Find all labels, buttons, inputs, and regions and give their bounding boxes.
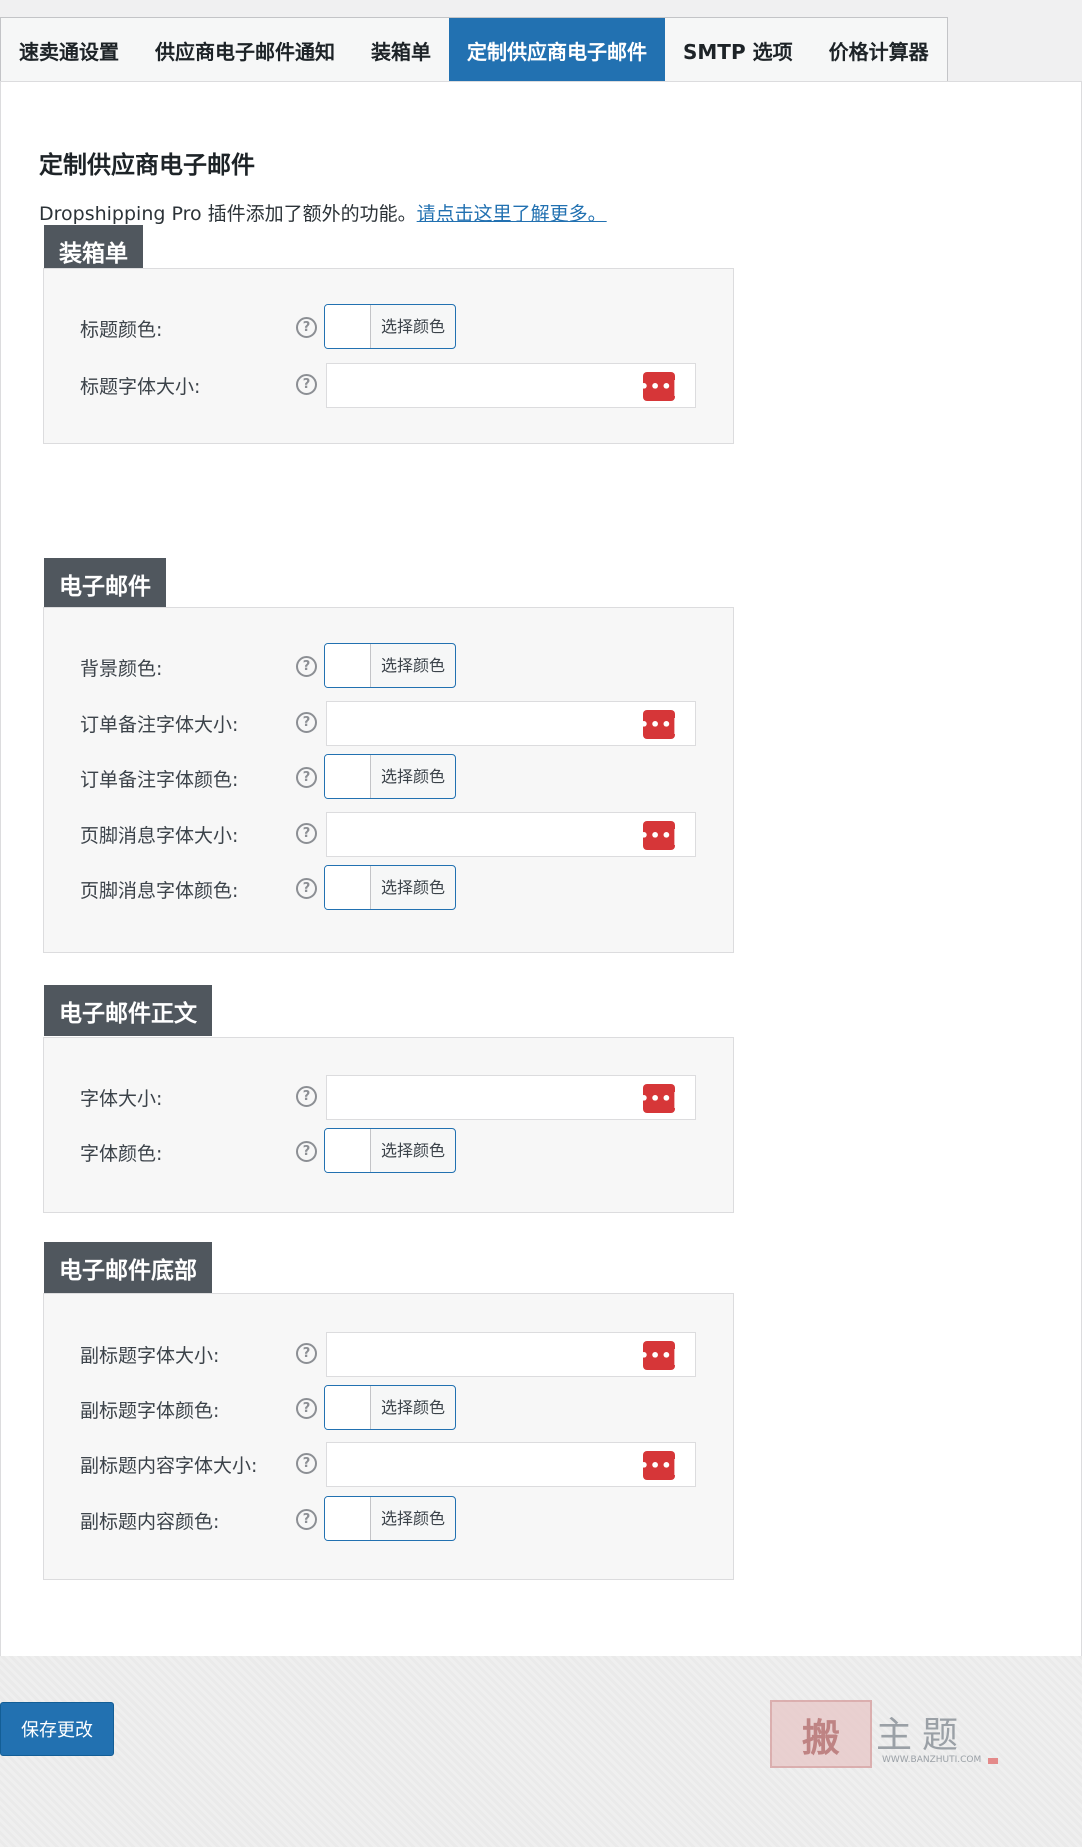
field-label: 字体颜色: [80,1143,163,1165]
row-title-font-size: 标题字体大小: ? •••| [44,360,733,408]
section-email-footer: 副标题字体大小: ? •••| 副标题字体颜色: ? 选择颜色 副标题内容字体大… [43,1293,734,1580]
choose-color-label: 选择颜色 [380,766,445,786]
field-label: 副标题字体大小: [80,1345,220,1367]
field-label: 标题字体大小: [80,376,201,398]
help-icon[interactable]: ? [296,374,317,395]
choose-color-button[interactable]: 选择颜色 [324,304,456,349]
section-header-email-body: 电子邮件正文 [44,985,212,1036]
tab-smtp-options[interactable]: SMTP 选项 [665,18,811,82]
choose-color-label: 选择颜色 [380,655,445,675]
row-title-color: 标题颜色: ? 选择颜色 [44,303,733,351]
watermark-logo: 搬 主题 WWW.BANZHUTI.COM [770,1700,1000,1770]
font-size-input[interactable]: •••| [326,701,696,746]
help-icon[interactable]: ? [296,823,317,844]
font-size-input[interactable]: •••| [326,1075,696,1120]
row-body-font-size: 字体大小: ? •••| [44,1072,733,1120]
help-icon[interactable]: ? [296,1141,317,1162]
tab-packing-slip[interactable]: 装箱单 [353,18,449,82]
password-manager-icon[interactable]: •••| [639,1451,678,1480]
color-swatch [325,1386,371,1429]
choose-color-button[interactable]: 选择颜色 [324,1128,456,1173]
row-footer-message-font-color: 页脚消息字体颜色: ? 选择颜色 [44,864,733,912]
row-footer-message-font-size: 页脚消息字体大小: ? •••| [44,809,733,857]
font-size-input[interactable]: •••| [326,1442,696,1487]
color-swatch [325,644,371,687]
watermark-stamp: 搬 [770,1700,872,1768]
color-swatch [325,305,371,348]
learn-more-link[interactable]: 请点击这里了解更多。 [417,203,607,225]
watermark-red-mark [988,1758,998,1764]
choose-color-label: 选择颜色 [380,316,445,336]
choose-color-button[interactable]: 选择颜色 [324,754,456,799]
color-swatch [325,866,371,909]
tab-aliexpress-settings[interactable]: 速卖通设置 [1,18,137,82]
field-label: 副标题内容颜色: [80,1511,220,1533]
help-icon[interactable]: ? [296,1343,317,1364]
font-size-input[interactable]: •••| [326,363,696,408]
field-label: 字体大小: [80,1088,163,1110]
field-label: 页脚消息字体大小: [80,825,239,847]
help-icon[interactable]: ? [296,317,317,338]
section-packing-slip: 标题颜色: ? 选择颜色 标题字体大小: ? •••| [43,268,734,444]
save-changes-button[interactable]: 保存更改 [0,1702,114,1756]
help-icon[interactable]: ? [296,1509,317,1530]
intro-text: Dropshipping Pro 插件添加了额外的功能。请点击这里了解更多。 [39,199,607,226]
password-manager-icon[interactable]: •••| [639,1084,678,1113]
field-label: 订单备注字体大小: [80,714,239,736]
color-swatch [325,755,371,798]
field-label: 订单备注字体颜色: [80,769,239,791]
choose-color-button[interactable]: 选择颜色 [324,865,456,910]
help-icon[interactable]: ? [296,1086,317,1107]
row-order-note-font-size: 订单备注字体大小: ? •••| [44,698,733,746]
row-order-note-font-color: 订单备注字体颜色: ? 选择颜色 [44,753,733,801]
page-title: 定制供应商电子邮件 [39,151,255,179]
help-icon[interactable]: ? [296,878,317,899]
help-icon[interactable]: ? [296,1398,317,1419]
choose-color-label: 选择颜色 [380,1508,445,1528]
choose-color-label: 选择颜色 [380,1140,445,1160]
help-icon[interactable]: ? [296,656,317,677]
font-size-input[interactable]: •••| [326,1332,696,1377]
choose-color-button[interactable]: 选择颜色 [324,643,456,688]
section-header-email-footer: 电子邮件底部 [44,1242,212,1293]
watermark-text: 主题 [876,1715,969,1756]
tab-supplier-email-notification[interactable]: 供应商电子邮件通知 [137,18,353,82]
tab-price-calculator[interactable]: 价格计算器 [811,18,947,82]
field-label: 副标题字体颜色: [80,1400,220,1422]
row-subtitle-content-color: 副标题内容颜色: ? 选择颜色 [44,1495,733,1543]
color-swatch [325,1497,371,1540]
field-label: 背景颜色: [80,658,163,680]
choose-color-label: 选择颜色 [380,1397,445,1417]
watermark-url: WWW.BANZHUTI.COM [882,1755,982,1765]
help-icon[interactable]: ? [296,767,317,788]
password-manager-icon[interactable]: •••| [639,821,678,850]
choose-color-button[interactable]: 选择颜色 [324,1496,456,1541]
row-subtitle-content-font-size: 副标题内容字体大小: ? •••| [44,1439,733,1487]
color-swatch [325,1129,371,1172]
row-background-color: 背景颜色: ? 选择颜色 [44,642,733,690]
help-icon[interactable]: ? [296,712,317,733]
row-subtitle-font-size: 副标题字体大小: ? •••| [44,1329,733,1377]
choose-color-button[interactable]: 选择颜色 [324,1385,456,1430]
font-size-input[interactable]: •••| [326,812,696,857]
row-body-font-color: 字体颜色: ? 选择颜色 [44,1127,733,1175]
field-label: 标题颜色: [80,319,163,341]
field-label: 副标题内容字体大小: [80,1455,258,1477]
row-subtitle-font-color: 副标题字体颜色: ? 选择颜色 [44,1384,733,1432]
help-icon[interactable]: ? [296,1453,317,1474]
section-email: 背景颜色: ? 选择颜色 订单备注字体大小: ? •••| 订单备注字体颜色: … [43,607,734,953]
password-manager-icon[interactable]: •••| [639,372,678,401]
section-header-email: 电子邮件 [44,558,166,609]
password-manager-icon[interactable]: •••| [639,710,678,739]
settings-panel: 定制供应商电子邮件 Dropshipping Pro 插件添加了额外的功能。请点… [0,81,1082,1657]
section-email-body: 字体大小: ? •••| 字体颜色: ? 选择颜色 [43,1037,734,1213]
choose-color-label: 选择颜色 [380,877,445,897]
settings-tabs: 速卖通设置 供应商电子邮件通知 装箱单 定制供应商电子邮件 SMTP 选项 价格… [0,17,948,82]
tab-custom-supplier-email[interactable]: 定制供应商电子邮件 [449,18,665,82]
password-manager-icon[interactable]: •••| [639,1341,678,1370]
field-label: 页脚消息字体颜色: [80,880,239,902]
intro-description: Dropshipping Pro 插件添加了额外的功能。 [39,203,417,225]
